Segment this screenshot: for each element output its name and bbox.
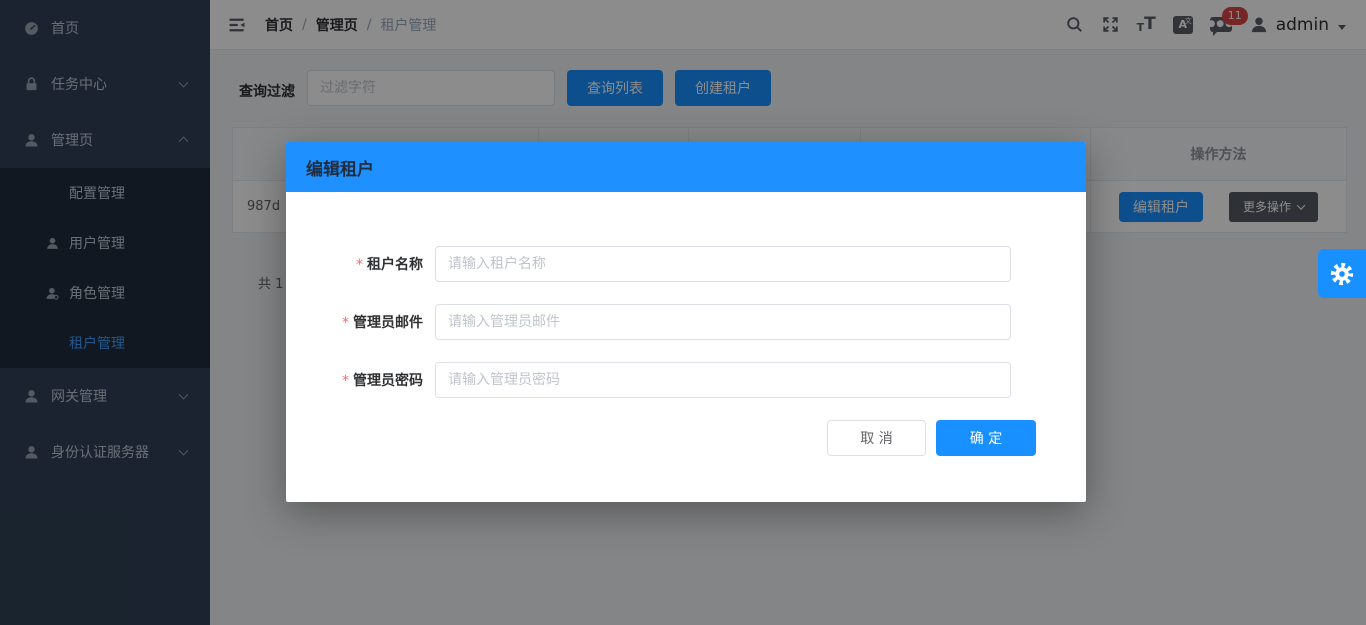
cancel-button[interactable]: 取 消 bbox=[827, 420, 926, 456]
form-row-tenant-name: *租户名称 bbox=[286, 246, 1086, 282]
confirm-button[interactable]: 确 定 bbox=[936, 420, 1036, 456]
admin-password-input[interactable] bbox=[435, 362, 1011, 398]
admin-email-input[interactable] bbox=[435, 304, 1011, 340]
required-marker: * bbox=[342, 373, 349, 389]
dialog-header: 编辑租户 bbox=[286, 142, 1086, 192]
required-marker: * bbox=[342, 315, 349, 331]
tenant-name-input[interactable] bbox=[435, 246, 1011, 282]
form-row-admin-password: *管理员密码 bbox=[286, 362, 1086, 398]
dialog-footer: 取 消 确 定 bbox=[827, 420, 1036, 456]
dialog-title: 编辑租户 bbox=[306, 155, 374, 180]
required-marker: * bbox=[356, 257, 363, 273]
admin-email-label: *管理员邮件 bbox=[286, 312, 435, 332]
gear-icon bbox=[1329, 261, 1355, 287]
admin-password-label: *管理员密码 bbox=[286, 370, 435, 390]
tenant-name-label: *租户名称 bbox=[286, 254, 435, 274]
settings-panel-button[interactable] bbox=[1318, 249, 1366, 298]
dialog-body: *租户名称 *管理员邮件 *管理员密码 bbox=[286, 192, 1086, 398]
form-row-admin-email: *管理员邮件 bbox=[286, 304, 1086, 340]
app-root: 首页 任务中心 管理页 配置管理 用户管理 bbox=[0, 0, 1366, 625]
edit-tenant-dialog: 编辑租户 *租户名称 *管理员邮件 *管理员密码 取 消 确 定 bbox=[286, 142, 1086, 502]
